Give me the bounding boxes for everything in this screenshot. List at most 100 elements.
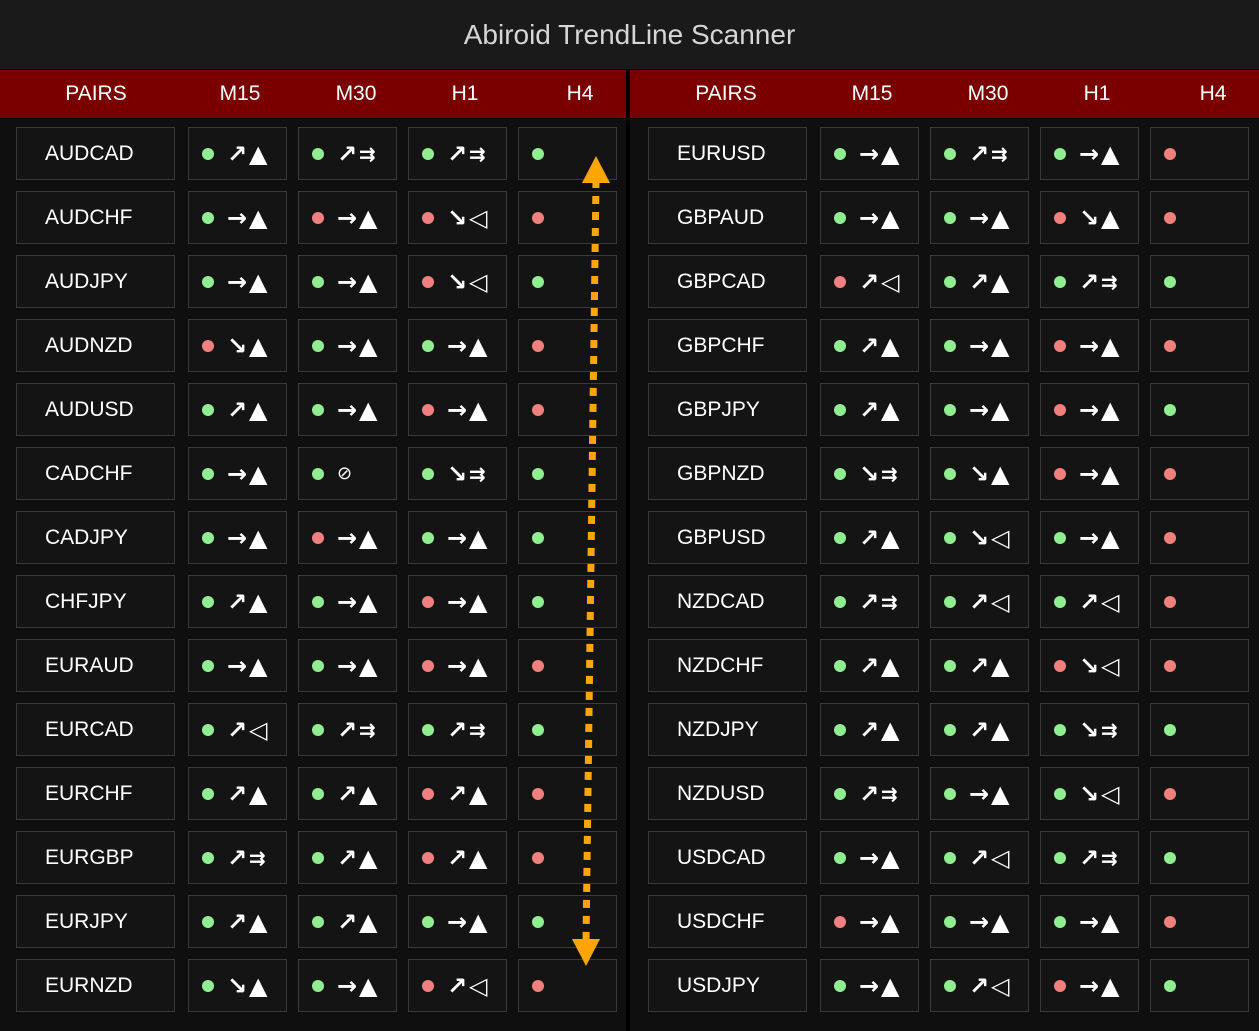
signal-cell-m30[interactable]: → ▲	[930, 383, 1029, 436]
signal-cell-h1[interactable]: ↗ ◁	[408, 959, 507, 1012]
signal-cell-m30[interactable]: → ▲	[298, 191, 397, 244]
pair-cell-eurcad[interactable]: EURCAD	[16, 703, 175, 756]
signal-cell-h1[interactable]: ↗ ⇉	[408, 127, 507, 180]
signal-cell-m15[interactable]: ↗ ▲	[820, 383, 919, 436]
signal-cell-m15[interactable]: → ▲	[820, 191, 919, 244]
signal-cell-h4[interactable]	[518, 447, 617, 500]
signal-cell-m15[interactable]: → ▲	[188, 447, 287, 500]
signal-cell-m30[interactable]: ↗ ▲	[298, 831, 397, 884]
signal-cell-m15[interactable]: ↗ ▲	[820, 703, 919, 756]
signal-cell-h4[interactable]	[1150, 319, 1249, 372]
signal-cell-m30[interactable]: → ▲	[930, 191, 1029, 244]
signal-cell-m30[interactable]: → ▲	[298, 959, 397, 1012]
signal-cell-h4[interactable]	[1150, 511, 1249, 564]
pair-cell-eurjpy[interactable]: EURJPY	[16, 895, 175, 948]
signal-cell-h1[interactable]: ↘ ◁	[1040, 767, 1139, 820]
signal-cell-m15[interactable]: → ▲	[820, 831, 919, 884]
pair-cell-audnzd[interactable]: AUDNZD	[16, 319, 175, 372]
pair-cell-audjpy[interactable]: AUDJPY	[16, 255, 175, 308]
signal-cell-h4[interactable]	[1150, 703, 1249, 756]
signal-cell-h4[interactable]	[1150, 191, 1249, 244]
signal-cell-m15[interactable]: → ▲	[188, 191, 287, 244]
signal-cell-h4[interactable]	[1150, 447, 1249, 500]
signal-cell-h1[interactable]: → ▲	[1040, 447, 1139, 500]
signal-cell-m15[interactable]: ↘ ⇉	[820, 447, 919, 500]
signal-cell-m30[interactable]: → ▲	[298, 575, 397, 628]
signal-cell-h4[interactable]	[518, 511, 617, 564]
signal-cell-h1[interactable]: ↗ ⇉	[408, 703, 507, 756]
signal-cell-m15[interactable]: ↗ ⇉	[188, 831, 287, 884]
signal-cell-m30[interactable]: → ▲	[930, 895, 1029, 948]
signal-cell-m30[interactable]: ↗ ◁	[930, 959, 1029, 1012]
signal-cell-h4[interactable]	[518, 767, 617, 820]
signal-cell-m30[interactable]: ⊘	[298, 447, 397, 500]
signal-cell-m15[interactable]: ↘ ▲	[188, 959, 287, 1012]
signal-cell-h4[interactable]	[518, 895, 617, 948]
signal-cell-h4[interactable]	[1150, 127, 1249, 180]
signal-cell-m30[interactable]: ↗ ▲	[930, 639, 1029, 692]
signal-cell-m30[interactable]: ↗ ◁	[930, 575, 1029, 628]
signal-cell-m15[interactable]: ↗ ▲	[188, 383, 287, 436]
signal-cell-m15[interactable]: ↘ ▲	[188, 319, 287, 372]
pair-cell-euraud[interactable]: EURAUD	[16, 639, 175, 692]
signal-cell-h1[interactable]: ↘ ◁	[1040, 639, 1139, 692]
signal-cell-m30[interactable]: ↗ ⇉	[298, 703, 397, 756]
pair-cell-usdcad[interactable]: USDCAD	[648, 831, 807, 884]
signal-cell-h4[interactable]	[518, 575, 617, 628]
pair-cell-nzdusd[interactable]: NZDUSD	[648, 767, 807, 820]
signal-cell-h4[interactable]	[1150, 255, 1249, 308]
pair-cell-eurusd[interactable]: EURUSD	[648, 127, 807, 180]
signal-cell-m15[interactable]: ↗ ⇉	[820, 575, 919, 628]
signal-cell-m15[interactable]: ↗ ⇉	[820, 767, 919, 820]
pair-cell-cadjpy[interactable]: CADJPY	[16, 511, 175, 564]
pair-cell-audusd[interactable]: AUDUSD	[16, 383, 175, 436]
signal-cell-h1[interactable]: → ▲	[408, 639, 507, 692]
signal-cell-m15[interactable]: → ▲	[820, 127, 919, 180]
signal-cell-m15[interactable]: ↗ ▲	[188, 895, 287, 948]
signal-cell-m30[interactable]: ↗ ⇉	[930, 127, 1029, 180]
signal-cell-h1[interactable]: ↗ ⇉	[1040, 831, 1139, 884]
pair-cell-gbpaud[interactable]: GBPAUD	[648, 191, 807, 244]
signal-cell-h4[interactable]	[518, 703, 617, 756]
pair-cell-gbpjpy[interactable]: GBPJPY	[648, 383, 807, 436]
signal-cell-h4[interactable]	[1150, 575, 1249, 628]
signal-cell-h4[interactable]	[1150, 767, 1249, 820]
pair-cell-usdchf[interactable]: USDCHF	[648, 895, 807, 948]
signal-cell-h4[interactable]	[518, 255, 617, 308]
signal-cell-h4[interactable]	[518, 959, 617, 1012]
signal-cell-h1[interactable]: ↘ ⇉	[408, 447, 507, 500]
signal-cell-m15[interactable]: ↗ ◁	[188, 703, 287, 756]
signal-cell-m30[interactable]: ↘ ▲	[930, 447, 1029, 500]
signal-cell-h4[interactable]	[518, 383, 617, 436]
signal-cell-m15[interactable]: ↗ ◁	[820, 255, 919, 308]
signal-cell-h1[interactable]: → ▲	[408, 383, 507, 436]
signal-cell-h1[interactable]: ↗ ▲	[408, 767, 507, 820]
pair-cell-cadchf[interactable]: CADCHF	[16, 447, 175, 500]
signal-cell-h4[interactable]	[1150, 895, 1249, 948]
signal-cell-h1[interactable]: ↘ ⇉	[1040, 703, 1139, 756]
signal-cell-m30[interactable]: → ▲	[298, 639, 397, 692]
signal-cell-h4[interactable]	[518, 191, 617, 244]
pair-cell-nzdcad[interactable]: NZDCAD	[648, 575, 807, 628]
signal-cell-m30[interactable]: → ▲	[298, 319, 397, 372]
signal-cell-m30[interactable]: ↗ ⇉	[298, 127, 397, 180]
signal-cell-m30[interactable]: → ▲	[930, 319, 1029, 372]
pair-cell-nzdchf[interactable]: NZDCHF	[648, 639, 807, 692]
signal-cell-m15[interactable]: ↗ ▲	[188, 575, 287, 628]
signal-cell-h1[interactable]: → ▲	[1040, 511, 1139, 564]
signal-cell-h1[interactable]: ↗ ◁	[1040, 575, 1139, 628]
signal-cell-m30[interactable]: ↗ ▲	[298, 895, 397, 948]
signal-cell-m30[interactable]: → ▲	[298, 383, 397, 436]
pair-cell-eurchf[interactable]: EURCHF	[16, 767, 175, 820]
pair-cell-eurnzd[interactable]: EURNZD	[16, 959, 175, 1012]
signal-cell-h4[interactable]	[1150, 383, 1249, 436]
signal-cell-m15[interactable]: → ▲	[188, 511, 287, 564]
signal-cell-h1[interactable]: → ▲	[1040, 383, 1139, 436]
signal-cell-m15[interactable]: → ▲	[820, 959, 919, 1012]
signal-cell-h1[interactable]: ↗ ⇉	[1040, 255, 1139, 308]
pair-cell-eurgbp[interactable]: EURGBP	[16, 831, 175, 884]
pair-cell-chfjpy[interactable]: CHFJPY	[16, 575, 175, 628]
signal-cell-h1[interactable]: → ▲	[1040, 319, 1139, 372]
signal-cell-h1[interactable]: ↘ ◁	[408, 255, 507, 308]
signal-cell-h1[interactable]: → ▲	[408, 575, 507, 628]
